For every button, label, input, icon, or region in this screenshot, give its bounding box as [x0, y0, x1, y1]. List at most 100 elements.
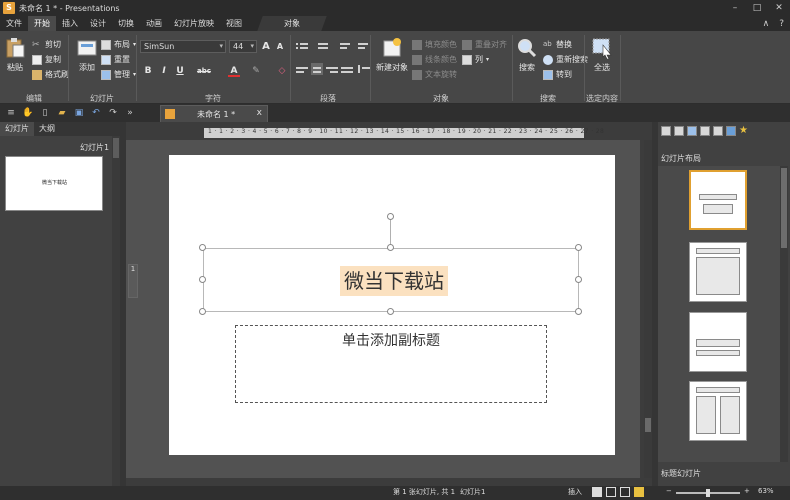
close-tab-icon[interactable]: x	[257, 108, 262, 118]
scrollbar-thumb[interactable]	[113, 138, 119, 158]
background-icon[interactable]	[700, 126, 710, 136]
subtitle-placeholder[interactable]: 单击添加副标题	[235, 325, 547, 403]
resize-handle[interactable]	[387, 244, 394, 251]
layout-title-slide[interactable]	[689, 170, 747, 230]
hamburger-menu-icon[interactable]: ≡	[5, 107, 17, 119]
layout-title-content[interactable]	[689, 242, 747, 302]
zoom-slider-knob[interactable]	[706, 489, 710, 497]
add-slide-button[interactable]: 添加	[76, 37, 98, 73]
tab-slideshow[interactable]: 幻灯片放映	[168, 16, 220, 31]
layout-button[interactable]: 布局 ▾	[101, 39, 136, 50]
close-window-button[interactable]: ✕	[768, 0, 790, 16]
manage-button[interactable]: 管理 ▾	[101, 69, 136, 80]
resize-handle[interactable]	[575, 276, 582, 283]
search-again-button[interactable]: 重新搜索	[543, 54, 588, 65]
font-size-select[interactable]: 44 ▾	[229, 40, 257, 53]
slide-thumbnail[interactable]: 微当下载站	[5, 156, 103, 211]
hand-icon[interactable]: ✋	[22, 107, 34, 119]
resize-handle[interactable]	[199, 244, 206, 251]
slide[interactable]: 微当下载站 单击添加副标题	[169, 155, 615, 455]
resize-handle[interactable]	[199, 276, 206, 283]
search-label: 搜索	[519, 63, 535, 72]
zoom-in-icon[interactable]: +	[744, 487, 750, 495]
tab-transitions[interactable]: 切换	[112, 16, 140, 31]
strikethrough-button[interactable]: abc	[196, 65, 212, 77]
paragraph-tools-icon[interactable]	[294, 41, 374, 81]
add-slide-label: 添加	[79, 63, 95, 72]
rotation-handle[interactable]	[387, 213, 394, 220]
undo-icon[interactable]: ↶	[90, 107, 102, 119]
layouts-scrollbar[interactable]	[780, 166, 788, 462]
minimize-button[interactable]: –	[724, 0, 746, 16]
tab-design[interactable]: 设计	[84, 16, 112, 31]
insert-mode[interactable]: 插入	[568, 487, 582, 497]
notes-view-icon[interactable]	[620, 487, 630, 497]
manage-label: 管理	[114, 70, 130, 79]
page-tab[interactable]: 1	[128, 264, 138, 298]
sorter-view-icon[interactable]	[606, 487, 616, 497]
save-icon[interactable]: ▣	[73, 107, 85, 119]
italic-button[interactable]: I	[158, 65, 170, 77]
replace-button[interactable]: ab 替换	[543, 39, 572, 50]
maximize-button[interactable]: □	[746, 0, 768, 16]
bold-button[interactable]: B	[142, 65, 154, 77]
clipboard-icon	[6, 38, 25, 58]
open-folder-icon[interactable]: ▰	[56, 107, 68, 119]
tab-outline[interactable]: 大纲	[34, 122, 60, 136]
scrollbar-thumb[interactable]	[645, 418, 651, 432]
clear-format-button[interactable]: ◇	[276, 65, 288, 77]
select-all-button[interactable]: 全选	[591, 37, 613, 73]
redo-icon[interactable]: ↷	[107, 107, 119, 119]
title-placeholder[interactable]: 微当下载站	[203, 248, 579, 312]
font-family-select[interactable]: SimSun ▾	[140, 40, 226, 53]
paste-label: 粘贴	[7, 63, 23, 72]
layout-title-only[interactable]	[689, 312, 747, 372]
resize-handle[interactable]	[387, 308, 394, 315]
copy-button[interactable]: 复制	[32, 54, 61, 65]
help-icon[interactable]: ?	[779, 19, 784, 29]
slide-title[interactable]: 微当下载站	[340, 266, 448, 296]
slides-pane-scrollbar[interactable]	[112, 136, 120, 486]
new-file-icon[interactable]: ▯	[39, 107, 51, 119]
tab-animations[interactable]: 动画	[140, 16, 168, 31]
cut-button[interactable]: ✂ 剪切	[32, 39, 61, 50]
tab-file[interactable]: 文件	[0, 16, 28, 31]
shrink-font-button[interactable]: A	[274, 41, 286, 53]
document-tab[interactable]: 未命名 1 * x	[160, 105, 268, 122]
layout-two-content[interactable]	[689, 381, 747, 441]
underline-button[interactable]: U	[174, 65, 186, 77]
resize-handle[interactable]	[575, 244, 582, 251]
grow-font-button[interactable]: A	[260, 41, 272, 53]
search-button[interactable]: 搜索	[516, 37, 538, 73]
columns-button[interactable]: 列 ▾	[462, 54, 489, 65]
tab-home[interactable]: 开始	[28, 16, 56, 31]
transition-icon[interactable]	[713, 126, 723, 136]
canvas-scrollbar[interactable]	[644, 140, 652, 478]
goto-button[interactable]: 转到	[543, 69, 572, 80]
star-icon[interactable]: ★	[739, 126, 748, 138]
more-icon[interactable]: »	[124, 107, 136, 119]
collapse-ribbon-icon[interactable]: ∧	[763, 19, 770, 29]
format-painter-button[interactable]: 格式刷	[32, 69, 69, 80]
design-view-icon[interactable]	[674, 126, 684, 136]
zoom-out-icon[interactable]: −	[666, 487, 672, 495]
normal-view-icon[interactable]	[592, 487, 602, 497]
paste-button[interactable]: 粘贴	[4, 37, 26, 73]
tab-view[interactable]: 视图	[220, 16, 248, 31]
animation-icon[interactable]	[726, 126, 736, 136]
highlight-icon[interactable]: ✎	[250, 65, 262, 77]
new-object-button[interactable]: 新建对象	[376, 37, 408, 73]
tab-slides[interactable]: 幻灯片	[0, 122, 34, 136]
font-color-button[interactable]: A	[228, 65, 240, 77]
resize-handle[interactable]	[575, 308, 582, 315]
tab-object[interactable]: 对象	[257, 16, 327, 31]
layout-view-icon[interactable]	[661, 126, 671, 136]
color-scheme-icon[interactable]	[687, 126, 697, 136]
zoom-slider[interactable]	[676, 489, 740, 497]
slideshow-icon[interactable]	[634, 487, 644, 497]
layouts-pane-title: 幻灯片布局	[661, 154, 701, 163]
reset-button[interactable]: 重置	[101, 54, 130, 65]
scrollbar-thumb[interactable]	[781, 168, 787, 248]
tab-insert[interactable]: 插入	[56, 16, 84, 31]
resize-handle[interactable]	[199, 308, 206, 315]
